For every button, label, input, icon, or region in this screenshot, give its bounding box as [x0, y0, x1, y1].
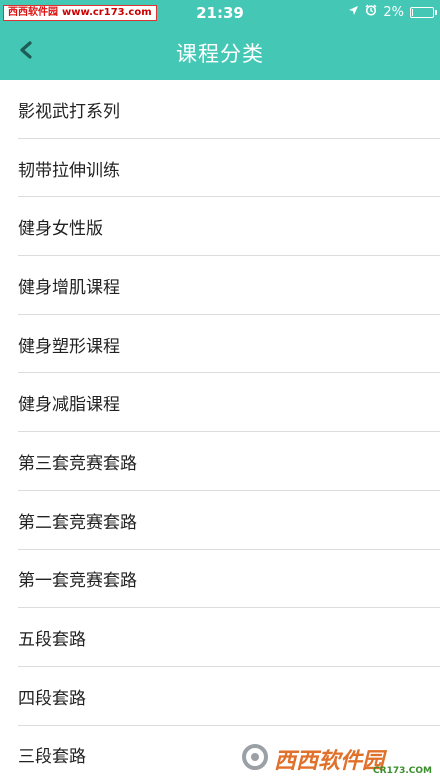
page-title: 课程分类: [176, 42, 264, 66]
list-item[interactable]: 韧带拉伸训练: [0, 139, 440, 198]
nav-bar: 课程分类: [0, 26, 440, 80]
list-item-label: 第三套竞赛套路: [18, 453, 137, 474]
list-item-label: 三段套路: [18, 747, 86, 768]
status-indicators: 2%: [348, 4, 437, 20]
list-item[interactable]: 健身增肌课程: [0, 256, 440, 315]
watermark-swirl-icon: [240, 742, 270, 776]
list-item[interactable]: 第一套竞赛套路: [0, 550, 440, 609]
list-item[interactable]: 健身女性版: [0, 197, 440, 256]
list-item[interactable]: 影视武打系列: [0, 80, 440, 139]
list-item-label: 健身女性版: [18, 219, 103, 240]
list-item[interactable]: 四段套路: [0, 667, 440, 726]
alarm-icon: [365, 4, 377, 20]
watermark-logo-text: 西西软件园: [274, 749, 385, 774]
list-item[interactable]: 五段套路: [0, 608, 440, 667]
list-item-label: 第二套竞赛套路: [18, 512, 137, 533]
list-item[interactable]: 健身塑形课程: [0, 315, 440, 374]
list-item[interactable]: 健身减脂课程: [0, 373, 440, 432]
list-item-label: 五段套路: [18, 630, 86, 651]
list-item-label: 影视武打系列: [18, 101, 120, 122]
list-item-label: 四段套路: [18, 688, 86, 709]
list-item-label: 韧带拉伸训练: [18, 160, 120, 181]
list-item-label: 第一套竞赛套路: [18, 571, 137, 592]
list-item-label: 健身增肌课程: [18, 277, 120, 298]
status-bar: 西西软件园 www.cr173.com 21:39 2%: [0, 0, 440, 26]
battery-icon: [410, 6, 437, 18]
category-list: 影视武打系列 韧带拉伸训练 健身女性版 健身增肌课程 健身塑形课程 健身减脂课程…: [0, 80, 440, 782]
list-item[interactable]: 第二套竞赛套路: [0, 491, 440, 550]
list-item[interactable]: 第三套竞赛套路: [0, 432, 440, 491]
watermark-logo-url: CR173.COM: [373, 766, 432, 776]
list-item-label: 健身塑形课程: [18, 336, 120, 357]
watermark-logo: 西西软件园 CR173.COM: [240, 742, 436, 776]
list-item-label: 健身减脂课程: [18, 395, 120, 416]
battery-percent: 2%: [383, 4, 404, 20]
location-icon: [348, 5, 359, 20]
header: 西西软件园 www.cr173.com 21:39 2% 课程分类: [0, 0, 440, 80]
